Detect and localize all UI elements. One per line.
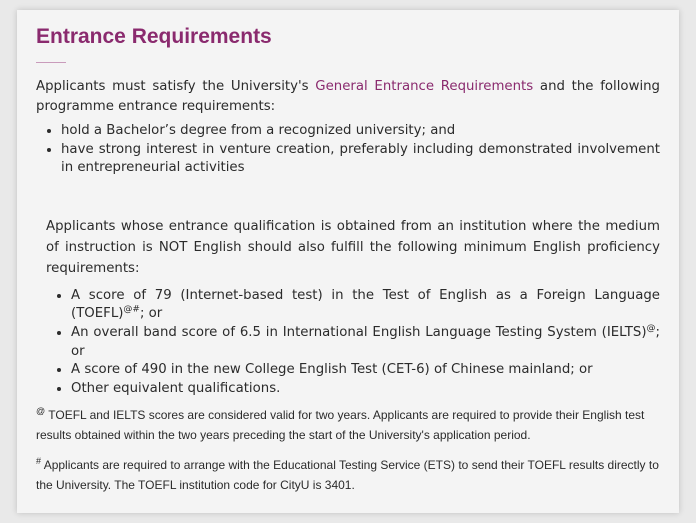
intro-text-before: Applicants must satisfy the University's bbox=[36, 79, 316, 94]
requirements-list: hold a Bachelor’s degree from a recogniz… bbox=[36, 122, 660, 178]
section-title: Entrance Requirements bbox=[36, 25, 272, 48]
footnote-marker: @ bbox=[36, 405, 46, 416]
ielts-requirement-text: An overall band score of 6.5 in Internat… bbox=[71, 324, 647, 340]
list-item: have strong interest in venture creation… bbox=[61, 141, 660, 178]
english-intro-paragraph: Applicants whose entrance qualification … bbox=[46, 218, 660, 276]
list-item: A score of 79 (Internet-based test) in t… bbox=[71, 287, 660, 324]
english-proficiency-block: Applicants whose entrance qualification … bbox=[36, 216, 660, 399]
footnote-ets-text: Applicants are required to arrange with … bbox=[36, 457, 659, 493]
toefl-requirement-tail: ; or bbox=[139, 306, 163, 322]
title-underline bbox=[36, 62, 66, 63]
footnote-validity-text: TOEFL and IELTS scores are considered va… bbox=[36, 407, 645, 443]
intro-paragraph: Applicants must satisfy the University's… bbox=[36, 77, 660, 116]
footnote-marker: @ bbox=[646, 323, 656, 334]
entrance-requirements-card: Entrance Requirements Applicants must sa… bbox=[17, 10, 679, 513]
footnote-ets: # Applicants are required to arrange wit… bbox=[36, 455, 660, 496]
list-item: Other equivalent qualifications. bbox=[71, 380, 660, 399]
list-item: hold a Bachelor’s degree from a recogniz… bbox=[61, 122, 660, 141]
footnote-marker: @# bbox=[123, 304, 140, 315]
footnote-validity: @ TOEFL and IELTS scores are considered … bbox=[36, 405, 660, 446]
list-item: An overall band score of 6.5 in Internat… bbox=[71, 324, 660, 361]
general-entrance-requirements-link[interactable]: General Entrance Requirements bbox=[315, 79, 533, 94]
english-requirements-list: A score of 79 (Internet-based test) in t… bbox=[46, 287, 660, 399]
list-item: A score of 490 in the new College Englis… bbox=[71, 361, 660, 380]
